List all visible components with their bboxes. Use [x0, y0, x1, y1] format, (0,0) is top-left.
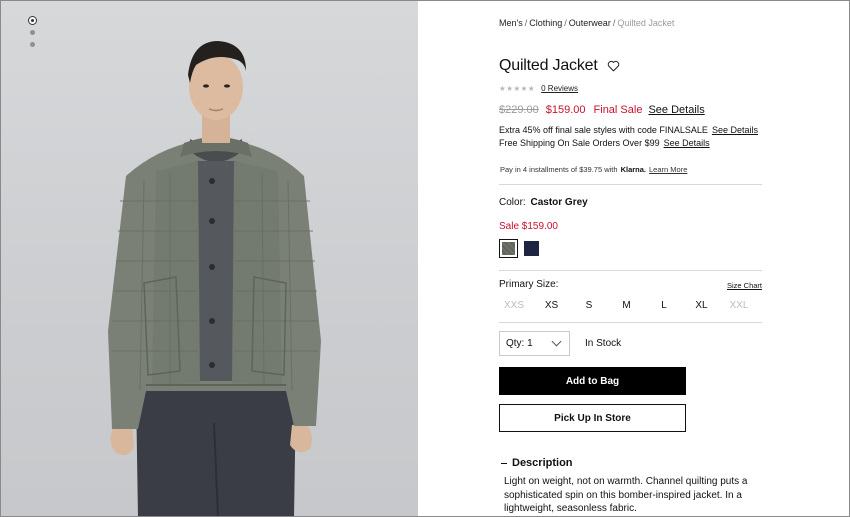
- promo-text: Free Shipping On Sale Orders Over $99: [499, 138, 660, 148]
- divider: [499, 270, 762, 271]
- size-option-xs[interactable]: XS: [537, 300, 567, 311]
- rating-row: ★★★★★ 0 Reviews: [499, 84, 578, 93]
- size-option-s[interactable]: S: [574, 300, 604, 311]
- klarna-learn-more-link[interactable]: Learn More: [649, 165, 687, 174]
- quantity-value: Qty: 1: [506, 338, 533, 349]
- product-image-gallery[interactable]: [1, 1, 418, 516]
- product-title: Quilted Jacket: [499, 57, 598, 74]
- color-swatches: [499, 239, 545, 258]
- breadcrumb-current: Quilted Jacket: [617, 18, 675, 28]
- gallery-pagination: [26, 16, 38, 54]
- gallery-dot-2[interactable]: [29, 30, 35, 35]
- color-label-row: Color: Castor Grey: [499, 197, 588, 208]
- title-row: Quilted Jacket: [499, 57, 620, 75]
- promo-line-finalsale: Extra 45% off final sale styles with cod…: [499, 125, 758, 135]
- breadcrumb-clothing[interactable]: Clothing: [529, 18, 562, 28]
- minus-icon: [501, 462, 507, 464]
- size-options: XXS XS S M L XL XXL: [499, 300, 762, 311]
- breadcrumb: Men's / Clothing / Outerwear / Quilted Jacket: [499, 18, 674, 28]
- breadcrumb-separator: /: [612, 18, 616, 28]
- promo-text: Extra 45% off final sale styles with cod…: [499, 125, 708, 135]
- heart-icon[interactable]: [607, 60, 620, 72]
- klarna-logo: Klarna.: [620, 165, 647, 174]
- reviews-link[interactable]: 0 Reviews: [541, 84, 578, 93]
- gallery-dot-1[interactable]: [27, 16, 37, 25]
- product-photo-model-in-quilted-jacket: [108, 41, 321, 516]
- description-heading: Description: [512, 457, 573, 469]
- swatch-fill: [524, 241, 539, 256]
- star-rating-icon: ★★★★★: [499, 84, 536, 93]
- size-option-xl[interactable]: XL: [687, 300, 717, 311]
- klarna-text: Pay in 4 installments of $39.75 with: [500, 165, 618, 174]
- see-details-link[interactable]: See Details: [648, 104, 704, 116]
- description-body: Light on weight, not on warmth. Channel …: [504, 476, 748, 514]
- color-sale-price: Sale $159.00: [499, 221, 558, 232]
- swatch-navy[interactable]: [522, 239, 541, 258]
- swatch-fill: [502, 242, 515, 255]
- size-option-xxs[interactable]: XXS: [499, 300, 529, 311]
- size-header: Primary Size: Size Chart: [499, 279, 762, 290]
- chevron-down-icon: [551, 336, 562, 347]
- final-sale-label: Final Sale: [593, 104, 643, 116]
- gallery-dot-3[interactable]: [29, 42, 35, 47]
- klarna-installments: Pay in 4 installments of $39.75 with Klar…: [500, 165, 687, 174]
- swatch-castor-grey[interactable]: [499, 239, 518, 258]
- original-price: $229.00: [499, 104, 539, 116]
- size-chart-link[interactable]: Size Chart: [727, 281, 762, 290]
- divider: [499, 322, 762, 323]
- breadcrumb-separator: /: [564, 18, 567, 28]
- size-option-m[interactable]: M: [612, 300, 642, 311]
- color-label: Color:: [499, 197, 526, 208]
- price-row: $229.00 $159.00 Final Sale See Details: [499, 104, 705, 116]
- selected-color-name: Castor Grey: [530, 197, 588, 208]
- pick-up-in-store-button[interactable]: Pick Up In Store: [499, 404, 686, 432]
- breadcrumb-separator: /: [524, 18, 528, 28]
- add-to-bag-button[interactable]: Add to Bag: [499, 367, 686, 395]
- shipping-see-details-link[interactable]: See Details: [664, 138, 710, 148]
- sale-price: $159.00: [545, 104, 586, 116]
- promo-see-details-link[interactable]: See Details: [712, 125, 758, 135]
- size-option-xxl[interactable]: XXL: [724, 300, 754, 311]
- description-toggle[interactable]: Description: [501, 457, 573, 469]
- size-option-l[interactable]: L: [649, 300, 679, 311]
- divider: [499, 184, 762, 185]
- breadcrumb-mens[interactable]: Men's: [499, 18, 523, 28]
- quantity-select[interactable]: Qty: 1: [499, 331, 570, 356]
- promo-line-shipping: Free Shipping On Sale Orders Over $99 See…: [499, 138, 710, 148]
- size-label: Primary Size:: [499, 279, 559, 290]
- breadcrumb-outerwear[interactable]: Outerwear: [569, 18, 611, 28]
- stock-status: In Stock: [585, 338, 622, 349]
